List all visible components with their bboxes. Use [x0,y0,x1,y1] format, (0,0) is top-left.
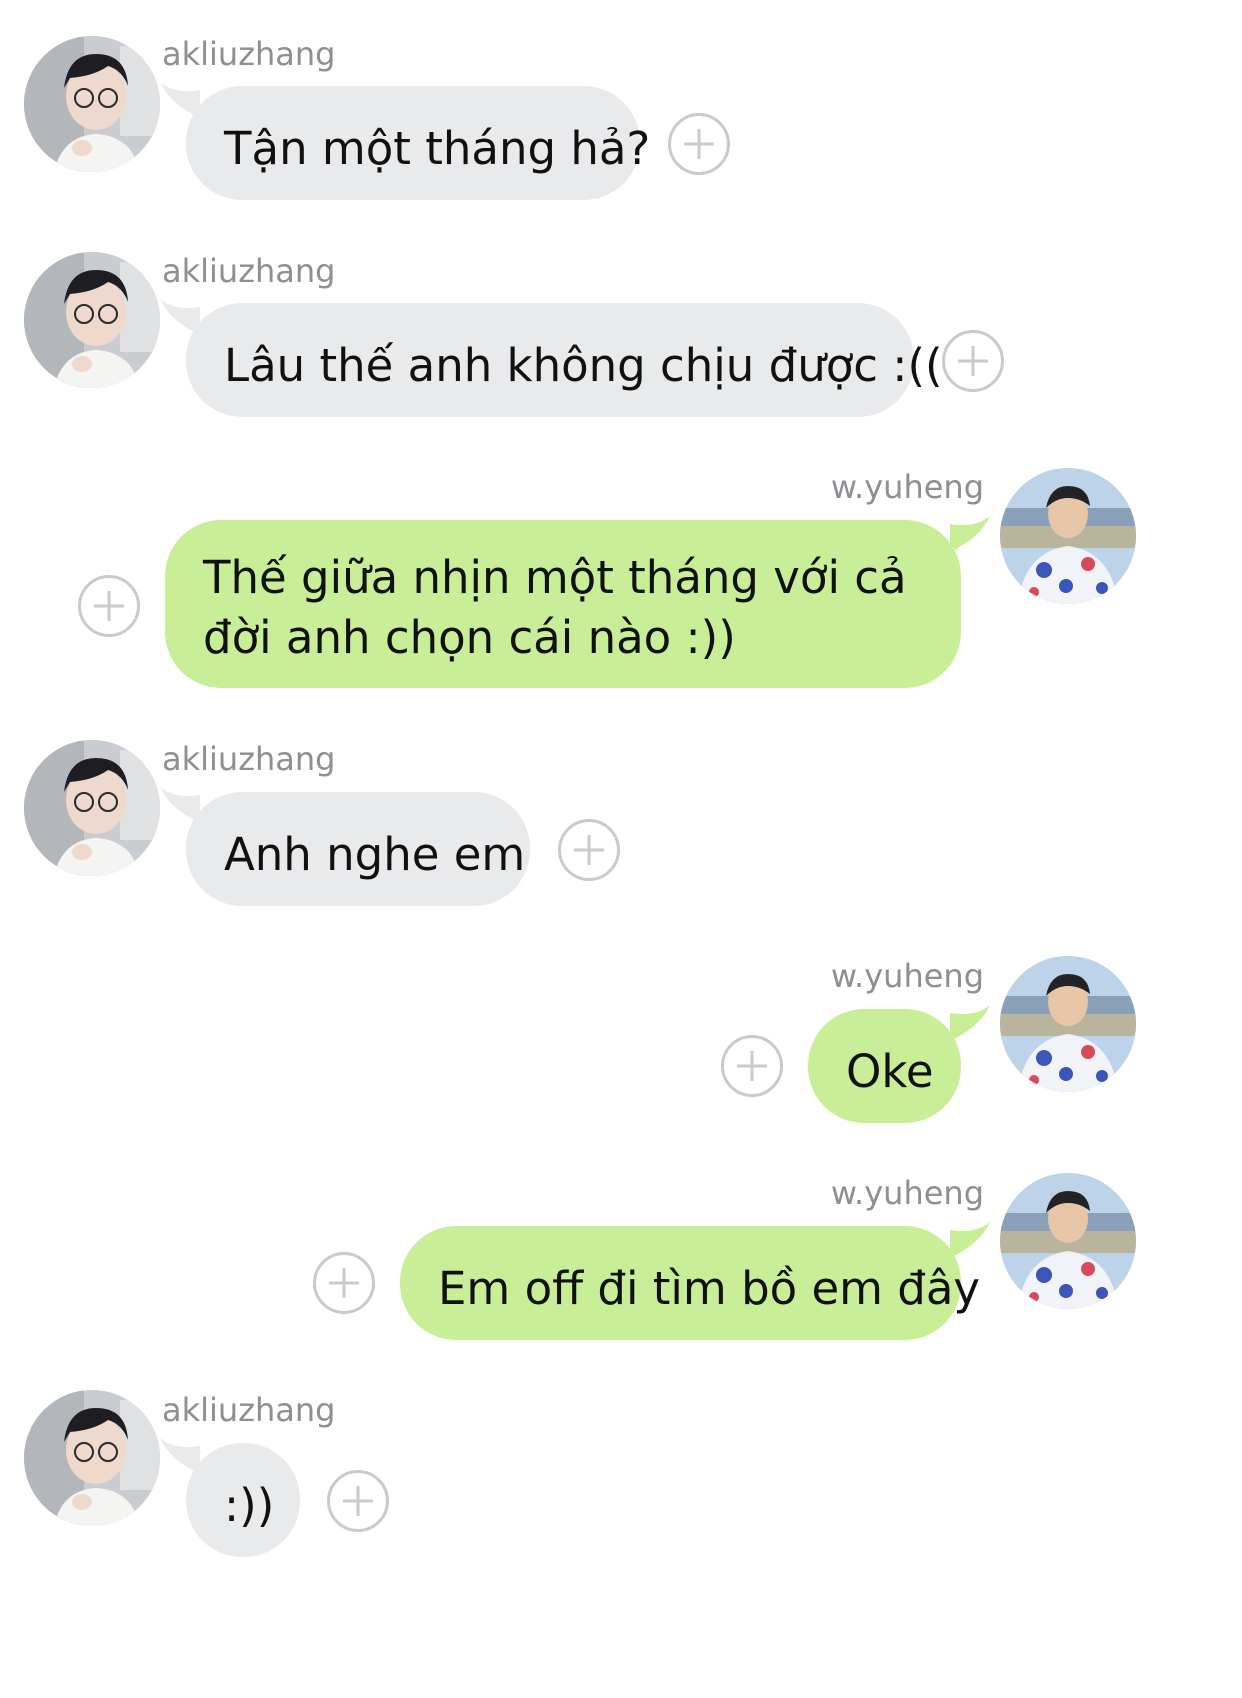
avatar-akliuzhang[interactable] [24,36,160,172]
message-bubble[interactable]: Tận một tháng hả? [186,86,650,200]
sender-name: w.yuheng [830,957,984,995]
message-bubble[interactable]: Anh nghe em [186,792,530,906]
plus-circle-icon[interactable] [668,113,730,175]
chat-thread: akliuzhang Tận một tháng hả? akliuzhang [0,0,1242,1698]
sender-name: akliuzhang [162,252,336,290]
avatar-akliuzhang[interactable] [24,252,160,388]
avatar-w-yuheng[interactable] [1000,468,1136,604]
plus-circle-icon[interactable] [327,1470,389,1532]
plus-circle-icon[interactable] [313,1252,375,1314]
message-bubble[interactable]: :)) [186,1443,300,1557]
sender-name: w.yuheng [830,468,984,506]
sender-name: akliuzhang [162,35,336,73]
bubble-tail [950,1222,990,1258]
message-row: akliuzhang Tận một tháng hả? [0,0,1242,220]
sender-name: akliuzhang [162,1391,336,1429]
sender-name: akliuzhang [162,740,336,778]
message-bubble[interactable]: Lâu thế anh không chịu được :(( [186,303,943,417]
plus-circle-icon[interactable] [942,330,1004,392]
sender-name: w.yuheng [830,1174,984,1212]
avatar-w-yuheng[interactable] [1000,956,1136,1092]
avatar-akliuzhang[interactable] [24,740,160,876]
avatar-w-yuheng[interactable] [1000,1173,1136,1309]
message-bubble[interactable]: Em off đi tìm bồ em đây [400,1226,980,1340]
plus-circle-icon[interactable] [78,575,140,637]
message-bubble[interactable]: Oke [808,1009,961,1123]
avatar-akliuzhang[interactable] [24,1390,160,1526]
bubble-tail [950,1005,990,1041]
bubble-tail [950,516,990,552]
plus-circle-icon[interactable] [721,1035,783,1097]
message-bubble[interactable]: Thế giữa nhịn một tháng với cả đời anh c… [165,520,961,688]
plus-circle-icon[interactable] [558,819,620,881]
